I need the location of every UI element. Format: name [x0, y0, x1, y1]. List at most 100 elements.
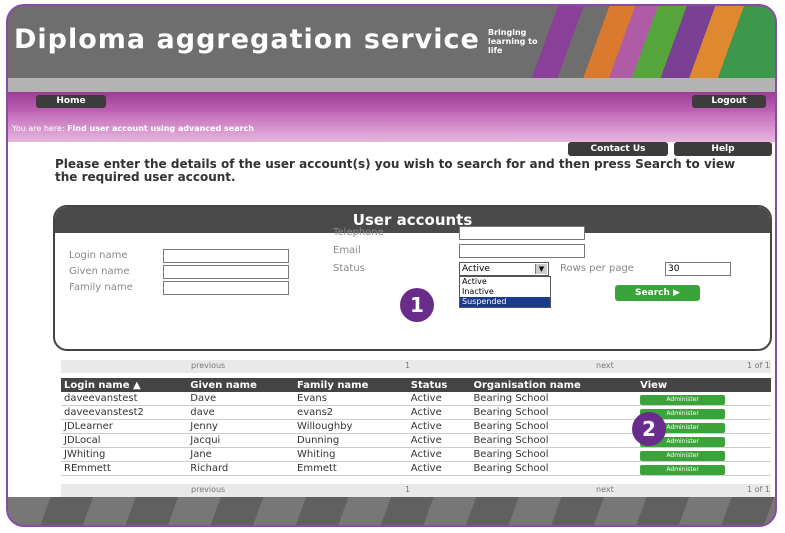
- pager-top: previous 1 next 1 of 1: [61, 360, 771, 373]
- pager-bottom: previous 1 next 1 of 1: [61, 484, 771, 497]
- pager-page: 1: [405, 485, 411, 494]
- contact-us-button[interactable]: Contact Us: [568, 142, 668, 156]
- help-button[interactable]: Help: [674, 142, 772, 156]
- callout-badge-1: 1: [400, 288, 434, 322]
- column-header-given[interactable]: Given name: [187, 378, 295, 392]
- pager-previous[interactable]: previous: [191, 361, 225, 370]
- site-title: Diploma aggregation service: [14, 24, 480, 55]
- cell-status: Active: [407, 461, 471, 476]
- column-header-view: View: [637, 378, 771, 392]
- arrow-right-icon: ▶: [673, 288, 680, 298]
- sort-up-icon[interactable]: ▲: [133, 380, 141, 391]
- cell-organisation: Bearing School: [470, 447, 638, 462]
- cell-login: daveevanstest: [61, 392, 188, 406]
- administer-button[interactable]: Administer: [640, 394, 726, 405]
- table-row: daveevanstest2 dave evans2 Active Bearin…: [61, 405, 771, 420]
- email-input[interactable]: [459, 244, 585, 258]
- given-name-label: Given name: [69, 266, 130, 277]
- administer-button[interactable]: Administer: [640, 450, 726, 461]
- header-divider: [8, 78, 775, 92]
- cell-login: REmmett: [61, 461, 188, 476]
- column-header-family[interactable]: Family name: [294, 378, 408, 392]
- cell-status: Active: [407, 419, 471, 434]
- intro-text: Please enter the details of the user acc…: [55, 157, 736, 184]
- pager-next[interactable]: next: [596, 361, 614, 370]
- cell-view: Administer: [637, 447, 771, 462]
- telephone-label: Telephone: [333, 227, 384, 238]
- cell-given: Jacqui: [187, 433, 295, 448]
- family-name-label: Family name: [69, 282, 133, 293]
- breadcrumb-current[interactable]: Find user account using advanced search: [67, 124, 254, 133]
- cell-organisation: Bearing School: [470, 392, 638, 406]
- table-header-row: Login name ▲ Given name Family name Stat…: [61, 378, 771, 392]
- pager-count: 1 of 1: [747, 361, 770, 370]
- column-header-login[interactable]: Login name ▲: [61, 378, 188, 392]
- footer-stripes: [8, 497, 775, 525]
- status-select[interactable]: Active ▼: [459, 262, 549, 276]
- cell-status: Active: [407, 405, 471, 420]
- rows-per-page-label: Rows per page: [560, 263, 634, 274]
- nav-bar: Home Logout: [8, 92, 775, 112]
- callout-badge-2: 2: [632, 412, 666, 446]
- cell-family: Whiting: [294, 447, 408, 462]
- breadcrumb: You are here: Find user account using ad…: [12, 124, 254, 133]
- tagline: Bringing learning to life: [488, 28, 538, 55]
- cell-family: Emmett: [294, 461, 408, 476]
- pager-page: 1: [405, 361, 411, 370]
- cell-view: Administer: [637, 392, 771, 406]
- panel-title: User accounts: [55, 207, 770, 233]
- cell-view: Administer: [637, 461, 771, 476]
- status-dropdown-list: Active Inactive Suspended: [459, 276, 551, 308]
- chevron-down-icon[interactable]: ▼: [535, 264, 547, 274]
- status-option-suspended[interactable]: Suspended: [460, 297, 550, 307]
- cell-login: daveevanstest2: [61, 405, 188, 420]
- status-option-active[interactable]: Active: [460, 277, 550, 287]
- header: Diploma aggregation service Bringing lea…: [8, 6, 775, 78]
- header-stripes-graphic: [515, 6, 775, 78]
- breadcrumb-bar: You are here: Find user account using ad…: [8, 112, 775, 142]
- main-content: Contact Us Help Please enter the details…: [8, 142, 775, 497]
- cell-status: Active: [407, 433, 471, 448]
- family-name-input[interactable]: [163, 281, 289, 295]
- cell-given: dave: [187, 405, 295, 420]
- login-name-label: Login name: [69, 250, 128, 261]
- status-option-inactive[interactable]: Inactive: [460, 287, 550, 297]
- cell-status: Active: [407, 392, 471, 406]
- administer-button[interactable]: Administer: [640, 464, 726, 475]
- telephone-input[interactable]: [459, 226, 585, 240]
- home-button[interactable]: Home: [36, 95, 106, 108]
- rows-per-page-input[interactable]: 30: [665, 262, 731, 276]
- cell-given: Richard: [187, 461, 295, 476]
- logout-button[interactable]: Logout: [692, 95, 766, 108]
- cell-given: Jane: [187, 447, 295, 462]
- search-button-label: Search: [635, 288, 670, 298]
- cell-given: Dave: [187, 392, 295, 406]
- column-header-status[interactable]: Status: [407, 378, 471, 392]
- user-accounts-panel: User accounts Login name Given name Fami…: [53, 205, 772, 351]
- cell-family: Dunning: [294, 433, 408, 448]
- status-selected-value: Active: [462, 264, 490, 274]
- cell-login: JDLearner: [61, 419, 188, 434]
- cell-login: JDLocal: [61, 433, 188, 448]
- cell-organisation: Bearing School: [470, 405, 638, 420]
- status-label: Status: [333, 263, 365, 274]
- search-button[interactable]: Search ▶: [615, 285, 700, 301]
- cell-family: evans2: [294, 405, 408, 420]
- cell-family: Evans: [294, 392, 408, 406]
- table-row: daveevanstest Dave Evans Active Bearing …: [61, 392, 771, 406]
- pager-count: 1 of 1: [747, 485, 770, 494]
- cell-organisation: Bearing School: [470, 419, 638, 434]
- pager-previous[interactable]: previous: [191, 485, 225, 494]
- login-name-input[interactable]: [163, 249, 289, 263]
- given-name-input[interactable]: [163, 265, 289, 279]
- column-header-organisation[interactable]: Organisation name: [470, 378, 638, 392]
- cell-login: JWhiting: [61, 447, 188, 462]
- cell-status: Active: [407, 447, 471, 462]
- cell-organisation: Bearing School: [470, 461, 638, 476]
- cell-given: Jenny: [187, 419, 295, 434]
- cell-organisation: Bearing School: [470, 433, 638, 448]
- breadcrumb-prefix: You are here:: [12, 124, 65, 133]
- pager-next[interactable]: next: [596, 485, 614, 494]
- cell-family: Willoughby: [294, 419, 408, 434]
- table-row: JWhiting Jane Whiting Active Bearing Sch…: [61, 447, 771, 462]
